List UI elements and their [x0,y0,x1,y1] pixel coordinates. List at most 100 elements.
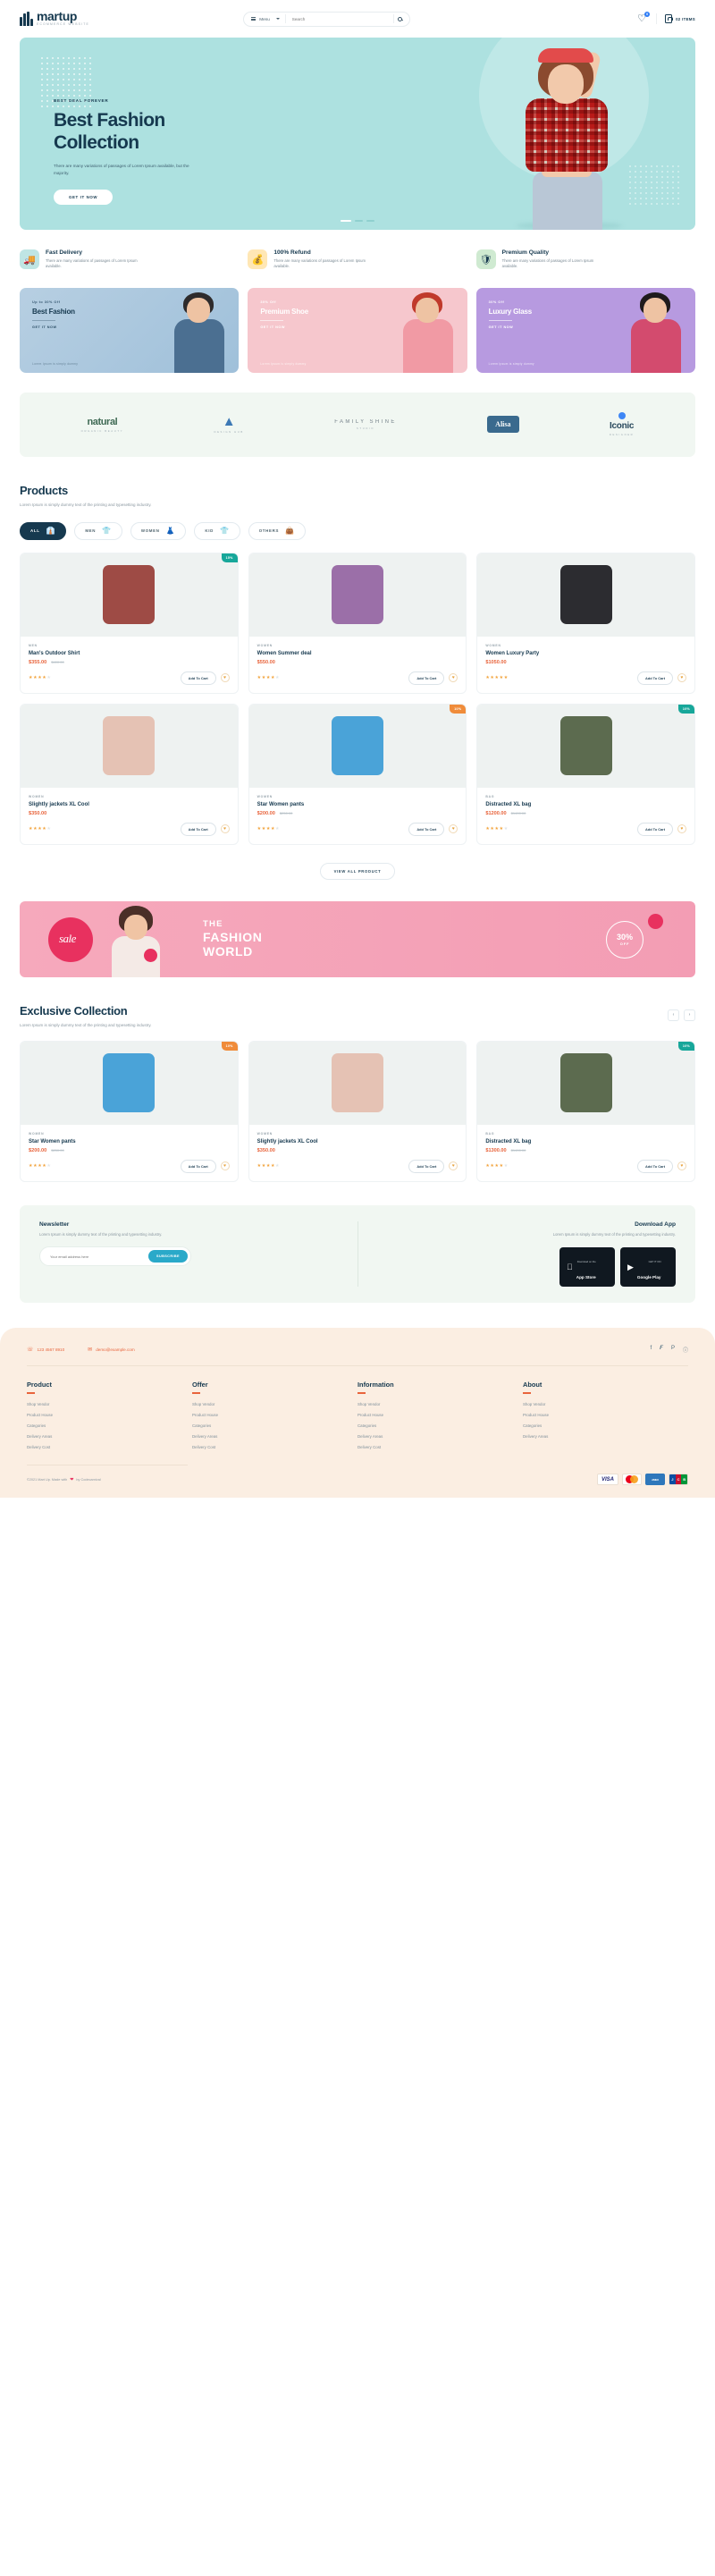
favorite-icon[interactable]: ♥ [449,673,458,683]
sale-model-image [105,902,169,977]
product-rating: ★★★★★ [485,826,509,832]
footer-link[interactable]: Shop Vendor [192,1402,358,1406]
product-card[interactable]: 10% Bag Distracted XL bag $1200.00 $1400.00 ★… [476,703,695,845]
app-store-button[interactable]:  Download on the App Store [559,1247,615,1288]
footer-column: About Shop Vendor Product House Categories D… [523,1381,688,1456]
favorite-icon[interactable]: ♥ [220,673,230,683]
cart-button[interactable]: 02 ITEMS [665,14,695,23]
footer-link[interactable]: Categories [523,1423,688,1428]
brand-logo-designhub: ▲ DESIGN HUB [214,415,243,434]
add-to-cart-button[interactable]: Add To Cart [637,671,673,685]
promo-card-premium-shoe[interactable]: 30% Off Premium Shoe GET IT NOW Lorem Ip… [248,287,467,373]
product-price: $355.00 [29,659,47,665]
slider-dot-3[interactable] [366,219,374,222]
menu-dropdown[interactable]: Menu [247,17,285,21]
footer-link[interactable]: Categories [27,1423,192,1428]
add-to-cart-button[interactable]: Add To Cart [180,822,216,836]
footer-link[interactable]: Delivery Areas [358,1434,523,1439]
copyright: ©2021 Mart Up. Made with ❤ by Codecarniv… [27,1477,101,1482]
hero-slider-dots[interactable] [341,219,374,222]
carousel-next-button[interactable]: › [684,1009,695,1021]
product-name: Slightly jackets XL Cool [29,801,89,807]
product-category: WOMEN [29,794,45,798]
footer-link[interactable]: Product House [27,1413,192,1417]
product-thumbnail [559,1053,612,1113]
add-to-cart-button[interactable]: Add To Cart [637,822,673,836]
site-header: martup ECOMMERCE WEBSITE Menu ♡ 0 [0,0,715,38]
google-play-small: GET IT ON [648,1260,661,1264]
shield-quality-icon: 🛡 [475,249,496,269]
add-to-cart-button[interactable]: Add To Cart [180,1159,216,1173]
promo-card-best-fashion[interactable]: Up to 30% Off Best Fashion GET IT NOW Lo… [20,287,240,373]
logo[interactable]: martup ECOMMERCE WEBSITE [20,10,89,27]
product-card[interactable]: WOMEN Slightly jackets XL Cool $350.00 ★★★★… [248,1040,467,1182]
twitter-icon[interactable]: 𝑭 [660,1346,663,1354]
favorite-icon[interactable]: ♥ [220,1161,230,1171]
facebook-icon[interactable]: f [651,1346,652,1354]
favorite-icon[interactable]: ♥ [449,1161,458,1171]
filter-tab-women[interactable]: WOMEN 👗 [130,521,187,540]
filter-tab-men[interactable]: MEN 👕 [74,521,122,540]
carousel-prev-button[interactable]: ‹ [668,1009,679,1021]
newsletter-email-input[interactable] [43,1254,149,1259]
product-card[interactable]: 10% Bag Distracted XL bag $1300.00 $1400.00 ★… [476,1040,695,1182]
slider-dot-2[interactable] [355,219,363,222]
filter-tab-all[interactable]: ALL 👔 [20,521,67,540]
view-all-products-button[interactable]: VIEW ALL PRODUCT [319,862,396,880]
footer-link[interactable]: Delivery Areas [523,1434,688,1439]
circle-icon [618,412,626,420]
underline-decoration [27,1392,35,1394]
footer-link[interactable]: Shop Vendor [523,1402,688,1406]
filter-tab-others[interactable]: OTHERS 👜 [248,521,306,540]
footer-link[interactable]: Product House [192,1413,358,1417]
add-to-cart-button[interactable]: Add To Cart [637,1159,673,1173]
add-to-cart-button[interactable]: Add To Cart [408,671,445,685]
footer-link[interactable]: Delivery Cost [192,1445,358,1449]
sale-line3: WORLD [203,943,253,959]
favorite-icon[interactable]: ♥ [677,1161,686,1171]
sale-banner[interactable]: sale THE FASHION WORLD 30% OFF [20,900,695,977]
product-thumbnail [331,716,383,776]
footer-link[interactable]: Delivery Cost [27,1445,192,1449]
pinterest-icon[interactable]: P [671,1346,675,1354]
footer-link[interactable]: Shop Vendor [27,1402,192,1406]
add-to-cart-button[interactable]: Add To Cart [180,671,216,685]
subscribe-button[interactable]: SUBSCRIBE [148,1250,188,1263]
footer-link[interactable]: Categories [358,1423,523,1428]
product-card[interactable]: 15% MEN Man's Outdoor Shirt $355.00 $400.00 ★… [20,552,239,694]
footer-link[interactable]: Categories [192,1423,358,1428]
product-card[interactable]: WOMEN Slightly jackets XL Cool $350.00 ★★★★… [20,703,239,845]
wishlist-button[interactable]: ♡ 0 [635,12,651,25]
page-root: martup ECOMMERCE WEBSITE Menu ♡ 0 [0,0,715,1498]
footer-link[interactable]: Delivery Cost [358,1445,523,1449]
hero-title-line1: Best Fashion [54,110,165,131]
product-card[interactable]: 10% WOMEN Star Women pants $200.00 $250.00 ★★… [20,1040,239,1182]
footer-email[interactable]: ✉ demo@example.com [88,1347,135,1353]
footer-link[interactable]: Product House [523,1413,688,1417]
product-card[interactable]: WOMEN Women Luxury Party $1050.00 ★★★★★ Add … [476,552,695,694]
promo-card-luxury-glass[interactable]: 30% Off Luxury Glass GET IT NOW Lorem Ip… [475,287,695,373]
product-card[interactable]: WOMEN Women Summer deal $550.00 ★★★★★ Add To… [248,552,467,694]
hero-title-line2: Collection [54,132,139,153]
footer-phone[interactable]: ☏ 123 4567 8910 [27,1347,64,1353]
footer-link[interactable]: Product House [358,1413,523,1417]
footer-link[interactable]: Delivery Areas [192,1434,358,1439]
slider-dot-1[interactable] [341,219,351,222]
product-card[interactable]: 10% WOMEN Star Women pants $200.00 $250.00 ★★… [248,703,467,845]
favorite-icon[interactable]: ♥ [677,824,686,834]
add-to-cart-button[interactable]: Add To Cart [408,822,445,836]
search-button[interactable] [394,13,407,25]
hero-cta-button[interactable]: GET IT NOW [54,190,114,205]
email-address: demo@example.com [96,1347,135,1353]
favorite-icon[interactable]: ♥ [449,824,458,834]
google-play-button[interactable]: ▶ GET IT ON Google Play [620,1247,676,1288]
footer-link[interactable]: Delivery Areas [27,1434,192,1439]
add-to-cart-button[interactable]: Add To Cart [408,1159,445,1173]
footer-link[interactable]: Shop Vendor [358,1402,523,1406]
instagram-icon[interactable]: ⓘ [683,1346,688,1354]
favorite-icon[interactable]: ♥ [220,824,230,834]
filter-tab-kid[interactable]: KID 👕 [194,521,240,540]
search-input[interactable] [285,16,393,21]
brand-logos-row: natural ORGANIC BEAUTY ▲ DESIGN HUB FAMI… [20,392,695,457]
favorite-icon[interactable]: ♥ [677,673,686,683]
